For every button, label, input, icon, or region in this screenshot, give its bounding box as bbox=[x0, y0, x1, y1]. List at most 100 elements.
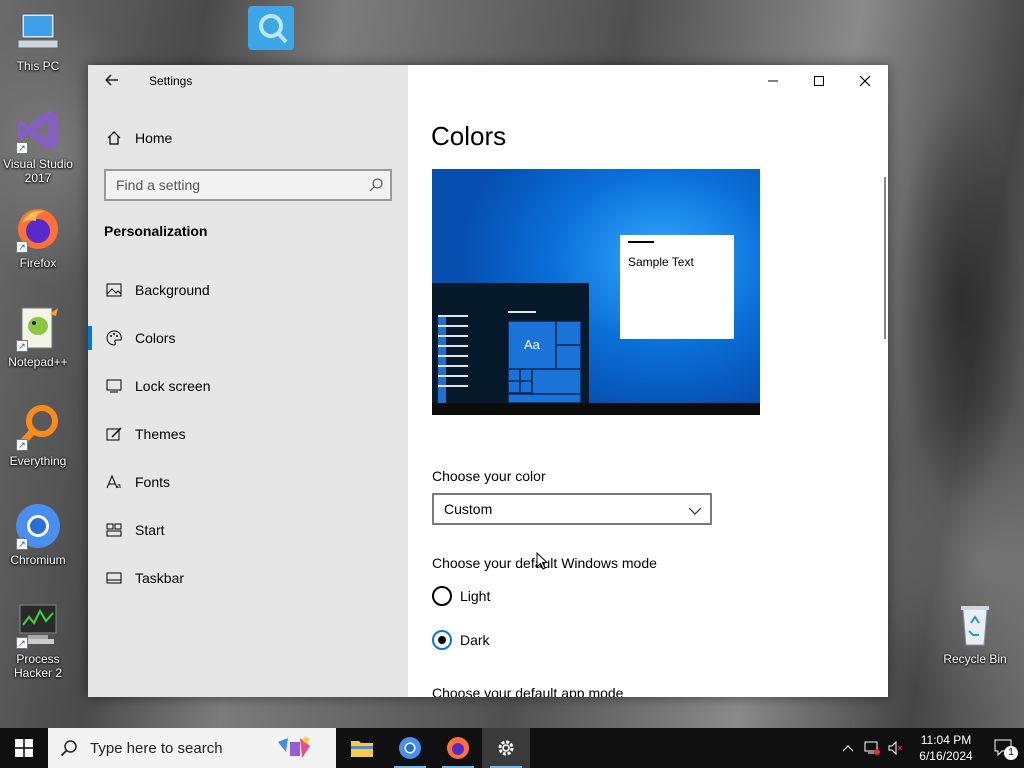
sidebar-item-themes[interactable]: Themes bbox=[88, 414, 408, 454]
search-icon bbox=[60, 740, 77, 757]
settings-search-input[interactable]: Find a setting bbox=[104, 169, 392, 201]
notification-count-badge: 1 bbox=[1004, 746, 1018, 760]
clock-time: 11:04 PM bbox=[920, 733, 972, 747]
desktop-icon-firefox[interactable]: ↗ Firefox bbox=[0, 205, 76, 270]
content-scrollbar[interactable] bbox=[884, 177, 886, 339]
color-preview: Aa Sample Text bbox=[432, 169, 760, 415]
desktop-icon-recycle-bin[interactable]: Recycle Bin bbox=[937, 601, 1013, 666]
preview-tile-text: Aa bbox=[524, 337, 540, 352]
nav-home[interactable]: Home bbox=[104, 127, 172, 149]
sidebar-item-background[interactable]: Background bbox=[88, 270, 408, 310]
desktop-icon-label: Chromium bbox=[10, 553, 66, 567]
desktop-icon-label: Notepad++ bbox=[8, 355, 68, 369]
everything-icon: ↗ bbox=[14, 403, 62, 451]
network-icon bbox=[864, 741, 880, 755]
search-icon bbox=[368, 177, 384, 196]
desktop-icon-this-pc[interactable]: This PC bbox=[0, 8, 76, 73]
recycle-bin-icon bbox=[951, 601, 999, 649]
sidebar-item-label: Colors bbox=[135, 330, 176, 346]
taskbar-clock[interactable]: 11:04 PM 6/16/2024 bbox=[908, 732, 984, 764]
desktop-icon-label: Recycle Bin bbox=[943, 652, 1007, 666]
settings-content: Colors Aa Sample Text Choose your color … bbox=[408, 65, 888, 697]
desktop-app-icon[interactable] bbox=[248, 6, 294, 50]
window-caption-buttons bbox=[750, 65, 888, 97]
network-button[interactable] bbox=[860, 728, 884, 768]
desktop-icon-notepadpp[interactable]: ↗ Notepad++ bbox=[0, 304, 76, 369]
chevron-down-icon bbox=[688, 503, 702, 519]
minimize-button[interactable] bbox=[750, 65, 796, 97]
search-highlight-icon bbox=[274, 734, 314, 766]
taskbar-firefox[interactable] bbox=[434, 728, 482, 768]
sidebar-item-start[interactable]: Start bbox=[88, 510, 408, 550]
action-center-button[interactable]: 1 bbox=[984, 728, 1024, 768]
palette-icon bbox=[104, 328, 124, 348]
lock-screen-icon bbox=[104, 376, 124, 396]
desktop-icon-label: Process Hacker 2 bbox=[13, 652, 63, 680]
clock-date: 6/16/2024 bbox=[919, 749, 973, 763]
taskbar-search-placeholder: Type here to search bbox=[90, 739, 223, 757]
desktop-icon-process-hacker[interactable]: ↗ Process Hacker 2 bbox=[0, 601, 76, 680]
nav-home-label: Home bbox=[135, 130, 173, 146]
sidebar-item-label: Taskbar bbox=[135, 570, 185, 586]
sidebar-item-fonts[interactable]: a Fonts bbox=[88, 462, 408, 502]
search-placeholder: Find a setting bbox=[116, 177, 201, 193]
desktop-icon-chromium[interactable]: ↗ Chromium bbox=[0, 502, 76, 567]
taskbar-icon bbox=[104, 568, 124, 588]
themes-icon bbox=[104, 424, 124, 444]
maximize-icon bbox=[814, 76, 824, 86]
sidebar-item-label: Background bbox=[135, 282, 210, 298]
page-title: Colors bbox=[431, 121, 507, 151]
sidebar-item-label: Fonts bbox=[135, 474, 171, 490]
preview-tiles bbox=[508, 321, 584, 403]
taskbar-search-input[interactable]: Type here to search bbox=[48, 728, 336, 768]
desktop-icon-everything[interactable]: ↗ Everything bbox=[0, 403, 76, 468]
preview-taskbar bbox=[432, 403, 760, 415]
taskbar-file-explorer[interactable] bbox=[338, 728, 386, 768]
sidebar-item-label: Lock screen bbox=[135, 378, 211, 394]
sidebar-item-taskbar[interactable]: Taskbar bbox=[88, 558, 408, 598]
sidebar-item-lock-screen[interactable]: Lock screen bbox=[88, 366, 408, 406]
app-mode-label: Choose your default app mode bbox=[432, 685, 624, 697]
chromium-icon: ↗ bbox=[14, 502, 62, 550]
taskbar-settings[interactable] bbox=[482, 728, 530, 768]
visual-studio-icon: ↗ bbox=[14, 106, 62, 154]
sidebar-item-colors[interactable]: Colors bbox=[88, 318, 408, 358]
close-button[interactable] bbox=[842, 65, 888, 97]
show-hidden-icons-button[interactable] bbox=[836, 728, 860, 768]
settings-sidebar: Settings Home Find a setting Personaliza… bbox=[88, 65, 408, 697]
settings-window: Settings Home Find a setting Personaliza… bbox=[88, 65, 888, 697]
firefox-icon: ↗ bbox=[14, 205, 62, 253]
back-button[interactable] bbox=[98, 69, 126, 97]
file-explorer-icon bbox=[351, 741, 373, 757]
desktop-icon-visual-studio[interactable]: ↗ Visual Studio 2017 bbox=[0, 106, 76, 185]
radio-button-checked[interactable] bbox=[432, 630, 452, 650]
windows-mode-light-radio[interactable]: Light bbox=[432, 586, 490, 606]
home-icon bbox=[104, 128, 124, 148]
taskbar-chromium[interactable] bbox=[386, 728, 434, 768]
mouse-cursor-icon bbox=[536, 551, 549, 573]
preview-sample-text: Sample Text bbox=[628, 255, 694, 269]
chromium-icon bbox=[399, 737, 421, 759]
desktop-icon-label: This PC bbox=[16, 59, 60, 73]
choose-color-dropdown[interactable]: Custom bbox=[432, 493, 712, 525]
sidebar-item-label: Themes bbox=[135, 426, 186, 442]
notepadpp-icon: ↗ bbox=[14, 304, 62, 352]
this-pc-icon bbox=[14, 8, 62, 56]
choose-color-label: Choose your color bbox=[432, 468, 546, 484]
close-icon bbox=[859, 75, 871, 87]
minimize-icon bbox=[768, 80, 778, 82]
choose-color-value: Custom bbox=[444, 501, 493, 517]
windows-logo-icon bbox=[15, 739, 33, 757]
process-hacker-icon: ↗ bbox=[14, 601, 62, 649]
maximize-button[interactable] bbox=[796, 65, 842, 97]
start-button[interactable] bbox=[0, 728, 48, 768]
system-tray: 11:04 PM 6/16/2024 1 bbox=[836, 728, 1024, 768]
windows-mode-dark-radio[interactable]: Dark bbox=[432, 630, 490, 650]
preview-tile-header bbox=[508, 311, 536, 313]
chevron-up-icon bbox=[842, 745, 854, 752]
taskbar: Type here to search 11:04 PM 6/16/2024 1 bbox=[0, 728, 1024, 768]
back-arrow-icon bbox=[105, 74, 118, 86]
radio-button[interactable] bbox=[432, 586, 452, 606]
sidebar-item-label: Start bbox=[135, 522, 165, 538]
volume-button[interactable] bbox=[884, 728, 908, 768]
